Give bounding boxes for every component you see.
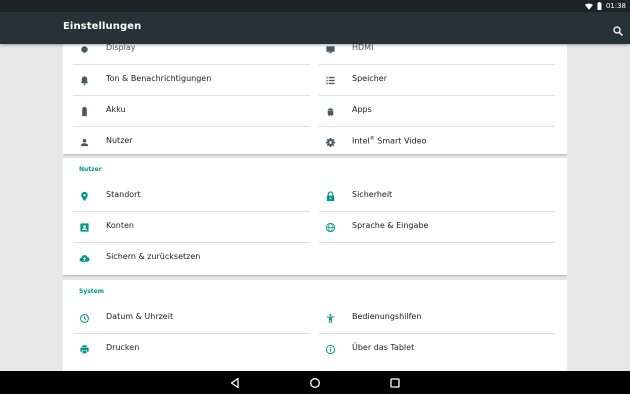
- setting-label: Apps: [352, 105, 372, 114]
- globe-icon: [325, 222, 336, 233]
- user-card: Nutzer Standort Sicherheit Konten Sprach…: [63, 158, 567, 275]
- setting-label: Sichern & zurücksetzen: [106, 252, 201, 261]
- setting-apps[interactable]: Apps: [309, 96, 555, 127]
- app-toolbar: Einstellungen: [0, 12, 630, 44]
- info-icon: [325, 344, 336, 355]
- setting-label: Nutzer: [106, 136, 133, 145]
- setting-language-input[interactable]: Sprache & Eingabe: [309, 212, 555, 243]
- setting-label-suffix: Smart Video: [374, 136, 427, 146]
- setting-label: Akku: [106, 105, 126, 114]
- setting-location[interactable]: Standort: [63, 181, 310, 212]
- clock-time: 01:38: [605, 2, 626, 10]
- setting-label: Datum & Uhrzeit: [106, 312, 174, 321]
- setting-display[interactable]: Display: [63, 44, 310, 65]
- section-header-system: System: [79, 288, 104, 295]
- cloud-upload-icon: [79, 253, 90, 264]
- system-card: System Datum & Uhrzeit Bedienungshilfen …: [63, 280, 567, 371]
- setting-label: Intel® Smart Video: [352, 136, 426, 146]
- status-bar: 01:38: [0, 0, 630, 12]
- account-box-icon: [79, 222, 90, 233]
- setting-sound-notifications[interactable]: Ton & Benachrichtigungen: [63, 65, 310, 96]
- location-pin-icon: [79, 191, 90, 202]
- setting-label: Sprache & Eingabe: [352, 221, 429, 230]
- setting-accounts[interactable]: Konten: [63, 212, 310, 243]
- setting-accessibility[interactable]: Bedienungshilfen: [309, 303, 555, 334]
- person-icon: [79, 137, 90, 148]
- lock-icon: [325, 191, 336, 202]
- hdmi-icon: [325, 44, 336, 55]
- accessibility-icon: [325, 313, 336, 324]
- setting-label: Standort: [106, 190, 141, 199]
- device-card: Display HDMI Ton & Benachrichtigungen Sp…: [63, 44, 567, 154]
- divider: [319, 242, 555, 243]
- recents-icon[interactable]: [388, 376, 402, 390]
- setting-label: Über das Tablet: [352, 343, 415, 352]
- search-icon[interactable]: [612, 22, 624, 37]
- setting-label: Ton & Benachrichtigungen: [106, 74, 212, 83]
- gear-icon: [325, 137, 336, 148]
- android-icon: [325, 106, 336, 117]
- setting-hdmi[interactable]: HDMI: [309, 44, 555, 65]
- setting-storage[interactable]: Speicher: [309, 65, 555, 96]
- display-icon: [79, 44, 90, 55]
- setting-date-time[interactable]: Datum & Uhrzeit: [63, 303, 310, 334]
- setting-label: Konten: [106, 221, 134, 230]
- setting-label: Sicherheit: [352, 190, 393, 199]
- page-title: Einstellungen: [63, 21, 142, 32]
- back-icon[interactable]: [228, 376, 242, 390]
- setting-label: Speicher: [352, 74, 387, 83]
- setting-security[interactable]: Sicherheit: [309, 181, 555, 212]
- bell-icon: [79, 75, 90, 86]
- setting-users[interactable]: Nutzer: [63, 127, 310, 158]
- setting-about-tablet[interactable]: Über das Tablet: [309, 334, 555, 365]
- setting-backup-reset[interactable]: Sichern & zurücksetzen: [63, 243, 310, 274]
- setting-label: Bedienungshilfen: [352, 312, 422, 321]
- storage-icon: [325, 75, 336, 86]
- section-header-nutzer: Nutzer: [79, 166, 102, 173]
- printer-icon: [79, 344, 90, 355]
- wifi-icon: [584, 3, 593, 10]
- setting-label-prefix: Intel: [352, 136, 370, 146]
- settings-list: Display HDMI Ton & Benachrichtigungen Sp…: [63, 44, 567, 371]
- navigation-bar: [0, 371, 630, 394]
- battery-icon: [597, 2, 602, 10]
- setting-label: HDMI: [352, 44, 374, 52]
- setting-label: Drucken: [106, 343, 140, 352]
- setting-battery[interactable]: Akku: [63, 96, 310, 127]
- clock-icon: [79, 313, 90, 324]
- home-icon[interactable]: [308, 376, 322, 390]
- setting-label: Display: [106, 44, 136, 52]
- battery-icon: [79, 106, 90, 117]
- setting-printing[interactable]: Drucken: [63, 334, 310, 365]
- setting-intel-smart-video[interactable]: Intel® Smart Video: [309, 127, 555, 158]
